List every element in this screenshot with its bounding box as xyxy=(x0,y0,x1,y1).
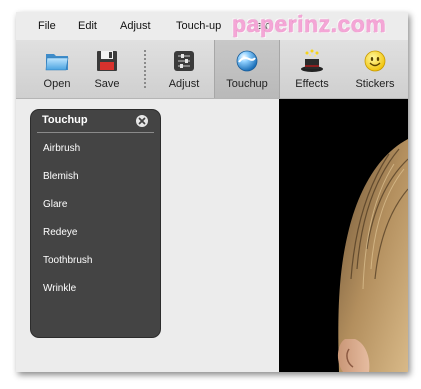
effects-button[interactable]: Effects xyxy=(290,40,334,98)
save-button[interactable]: Save xyxy=(90,40,124,98)
toolbar-separator xyxy=(144,50,146,90)
magic-hat-icon xyxy=(301,49,323,72)
close-icon[interactable] xyxy=(135,114,149,128)
panel-divider xyxy=(37,132,154,133)
photo-hair-image xyxy=(279,99,408,372)
touchup-button[interactable]: Touchup xyxy=(214,40,280,98)
menu-edit[interactable]: Edit xyxy=(78,20,97,32)
panel-item-redeye[interactable]: Redeye xyxy=(43,227,77,238)
save-label: Save xyxy=(94,78,120,90)
panel-item-wrinkle[interactable]: Wrinkle xyxy=(43,283,76,294)
effects-label: Effects xyxy=(295,78,329,90)
panel-item-airbrush[interactable]: Airbrush xyxy=(43,143,80,154)
touchup-label: Touchup xyxy=(226,78,268,90)
sliders-icon xyxy=(174,51,194,71)
open-button[interactable]: Open xyxy=(40,40,74,98)
floppy-disk-icon xyxy=(97,51,117,71)
panel-item-blemish[interactable]: Blemish xyxy=(43,171,79,182)
photo-canvas[interactable] xyxy=(279,99,408,372)
touchup-sphere-icon xyxy=(236,50,258,72)
menu-bar: File Edit Adjust Touch-up Help paperinz.… xyxy=(16,12,408,40)
stickers-button[interactable]: Stickers xyxy=(350,40,400,98)
menu-adjust[interactable]: Adjust xyxy=(120,20,151,32)
smiley-icon xyxy=(364,50,386,72)
panel-title: Touchup xyxy=(42,114,88,126)
folder-icon xyxy=(45,54,69,71)
adjust-label: Adjust xyxy=(168,78,200,90)
open-label: Open xyxy=(43,78,71,90)
panel-item-glare[interactable]: Glare xyxy=(43,199,67,210)
adjust-button[interactable]: Adjust xyxy=(164,40,204,98)
stickers-label: Stickers xyxy=(355,78,395,90)
panel-item-toothbrush[interactable]: Toothbrush xyxy=(43,255,92,266)
menu-file[interactable]: File xyxy=(38,20,56,32)
menu-touchup[interactable]: Touch-up xyxy=(176,20,221,32)
toolbar: Open Save Adjust Touchup Effects Sticker… xyxy=(16,40,408,99)
touchup-panel: Touchup Airbrush Blemish Glare Redeye To… xyxy=(31,110,160,337)
brand-logo: paperinz.com xyxy=(232,12,387,37)
app-window: File Edit Adjust Touch-up Help paperinz.… xyxy=(16,12,408,372)
